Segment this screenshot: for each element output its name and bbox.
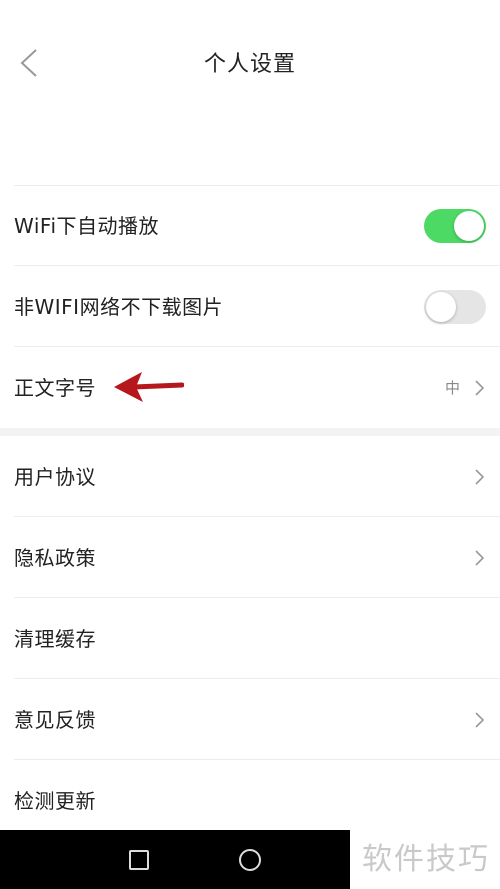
setting-label: 正文字号 xyxy=(14,376,96,400)
home-icon[interactable] xyxy=(239,849,261,871)
wifi-autoplay-toggle[interactable] xyxy=(424,209,486,243)
setting-label: 非WIFI网络不下载图片 xyxy=(14,295,224,319)
chevron-right-icon xyxy=(475,380,485,396)
row-divider xyxy=(14,678,500,679)
chevron-right-icon xyxy=(475,469,485,485)
setting-row-no-image-download: 非WIFI网络不下载图片 xyxy=(0,267,500,347)
row-divider xyxy=(14,265,500,266)
setting-row-wifi-autoplay: WiFi下自动播放 xyxy=(0,186,500,266)
setting-label: 用户协议 xyxy=(14,465,96,489)
recent-apps-icon[interactable] xyxy=(129,850,149,870)
toggle-knob xyxy=(454,211,484,241)
setting-row-privacy-policy[interactable]: 隐私政策 xyxy=(0,518,500,598)
font-size-value: 中 xyxy=(444,379,460,397)
page-title: 个人设置 xyxy=(203,52,296,77)
chevron-right-icon xyxy=(475,712,485,728)
red-arrow-icon xyxy=(114,372,184,402)
setting-row-clear-cache[interactable]: 清理缓存 xyxy=(0,599,500,679)
watermark-text: 软件技巧 xyxy=(352,830,500,889)
no-image-download-toggle[interactable] xyxy=(424,290,486,324)
section-separator xyxy=(0,428,500,436)
setting-row-user-agreement[interactable]: 用户协议 xyxy=(0,437,500,517)
setting-label: WiFi下自动播放 xyxy=(14,214,159,238)
row-divider xyxy=(14,346,500,347)
setting-label: 清理缓存 xyxy=(14,627,96,651)
setting-label: 隐私政策 xyxy=(14,546,96,570)
row-divider xyxy=(14,759,500,760)
toggle-knob xyxy=(426,292,456,322)
chevron-right-icon xyxy=(475,550,485,566)
row-divider xyxy=(14,597,500,598)
system-navigation-bar xyxy=(0,830,350,889)
setting-row-font-size[interactable]: 正文字号 中 xyxy=(0,348,500,428)
setting-row-feedback[interactable]: 意见反馈 xyxy=(0,680,500,760)
app-header: 个人设置 xyxy=(0,0,500,125)
setting-label: 意见反馈 xyxy=(14,708,96,732)
setting-label: 检测更新 xyxy=(14,789,96,813)
row-divider xyxy=(14,516,500,517)
setting-row-check-update[interactable]: 检测更新 xyxy=(0,761,500,830)
